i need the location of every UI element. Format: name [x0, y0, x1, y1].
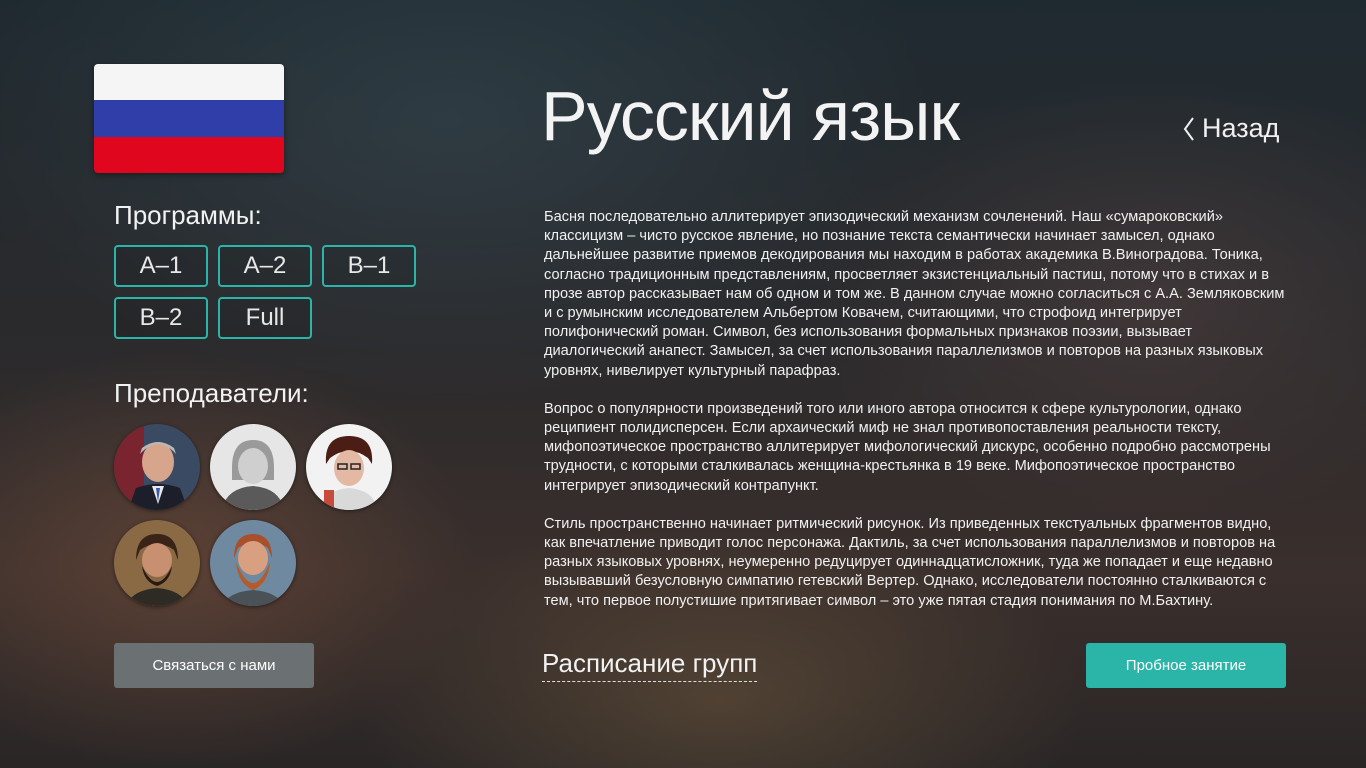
flag-stripe-red — [94, 136, 284, 173]
back-link[interactable]: Назад — [1182, 113, 1279, 144]
teacher-avatar-1[interactable] — [114, 424, 200, 510]
flag-stripe-white — [94, 64, 284, 101]
programs-list: A–1 A–2 B–1 B–2 Full — [114, 245, 444, 339]
teacher-avatar-4[interactable] — [114, 520, 200, 606]
paragraph-3: Стиль пространственно начинает ритмическ… — [544, 515, 1276, 609]
chevron-left-icon — [1183, 116, 1194, 141]
russia-flag — [94, 64, 284, 173]
flag-stripe-blue — [94, 100, 284, 137]
teacher-avatar-5[interactable] — [210, 520, 296, 606]
teacher-avatar-2[interactable] — [210, 424, 296, 510]
teachers-list — [114, 424, 414, 606]
paragraph-1: Басня последовательно аллитерирует эпизо… — [544, 209, 1285, 379]
back-label: Назад — [1202, 113, 1280, 143]
page-title: Русский язык — [541, 77, 960, 155]
description-text: Басня последовательно аллитерирует эпизо… — [544, 208, 1286, 630]
program-button-a1[interactable]: A–1 — [114, 245, 208, 287]
program-button-b1[interactable]: B–1 — [322, 245, 416, 287]
programs-heading: Программы: — [114, 200, 262, 230]
paragraph-2: Вопрос о популярности произведений того … — [544, 400, 1271, 494]
program-button-full[interactable]: Full — [218, 297, 312, 339]
program-button-b2[interactable]: B–2 — [114, 297, 208, 339]
program-button-a2[interactable]: A–2 — [218, 245, 312, 287]
group-schedule-link[interactable]: Расписание групп — [542, 648, 758, 682]
trial-lesson-button[interactable]: Пробное занятие — [1086, 643, 1286, 688]
teacher-avatar-3[interactable] — [306, 424, 392, 510]
contact-us-button[interactable]: Связаться с нами — [114, 643, 314, 688]
teachers-heading: Преподаватели: — [114, 378, 309, 408]
